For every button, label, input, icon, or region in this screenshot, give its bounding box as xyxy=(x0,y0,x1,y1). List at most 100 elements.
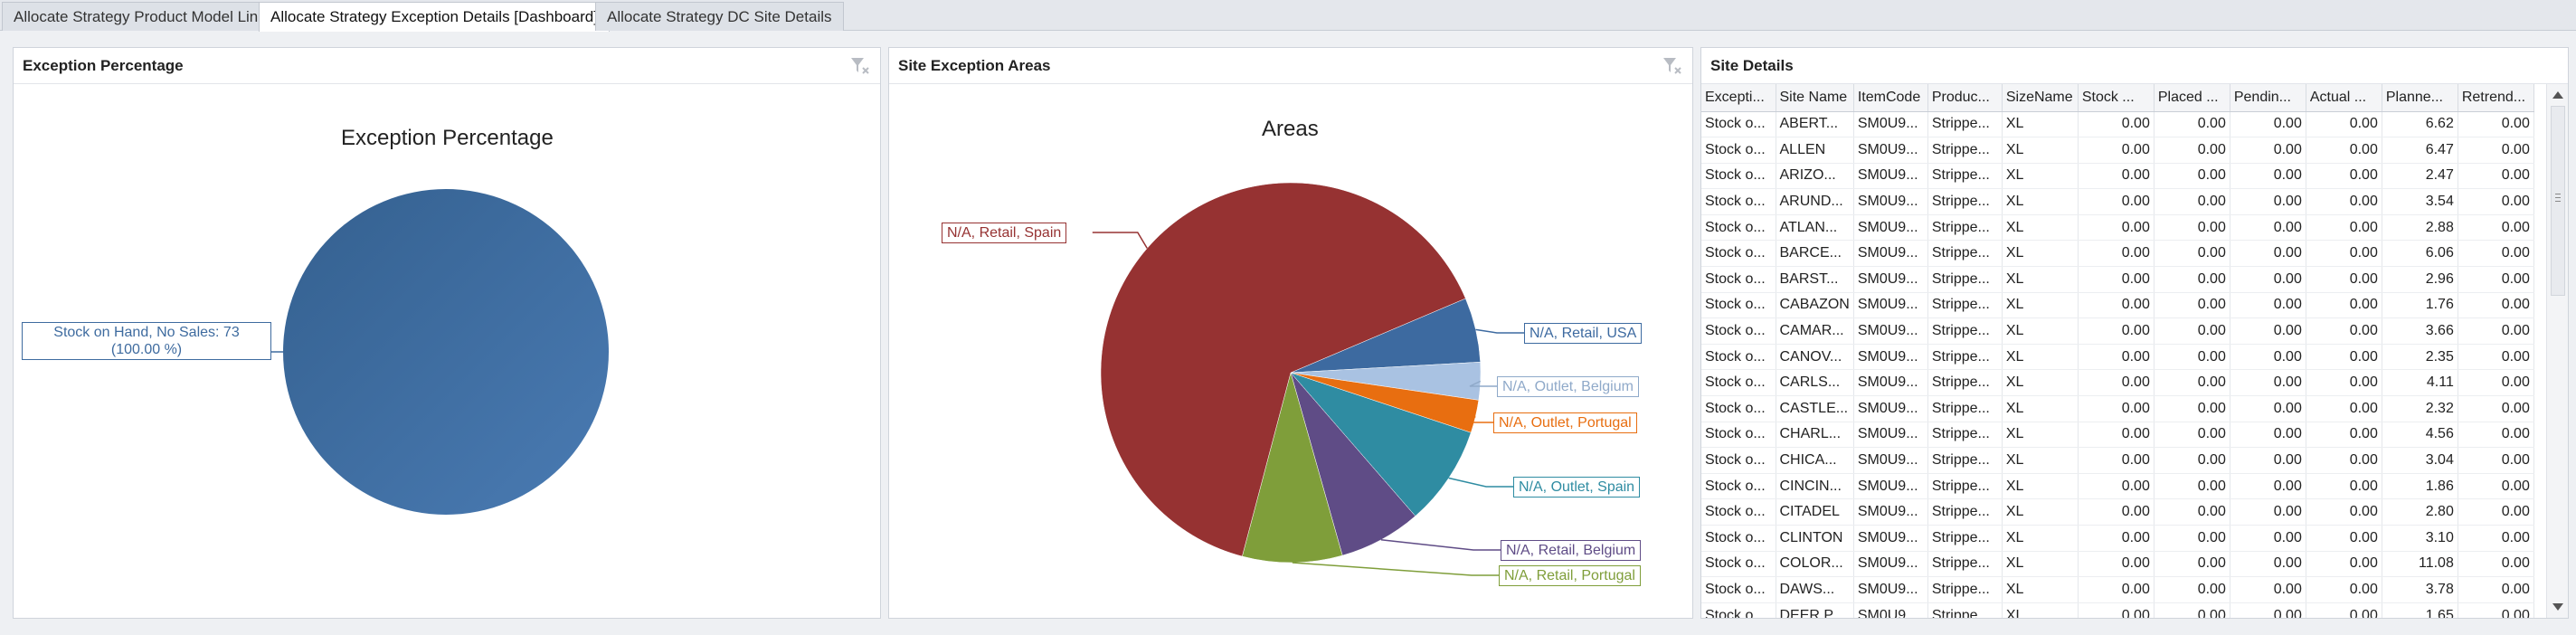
table-row[interactable]: Stock o... CHICA... SM0U9... Strippe... XL 0.… xyxy=(1701,447,2534,474)
table-cell[interactable]: Stock o... xyxy=(1701,137,1776,164)
table-cell[interactable]: 0.00 xyxy=(2230,344,2306,371)
table-row[interactable]: Stock o... BARCE... SM0U9... Strippe... XL 0.… xyxy=(1701,240,2534,268)
table-cell[interactable]: 2.35 xyxy=(2382,344,2458,371)
table-cell[interactable]: 0.00 xyxy=(2078,214,2155,242)
table-cell[interactable]: Strippe... xyxy=(1927,318,2003,345)
table-cell[interactable]: 0.00 xyxy=(2458,498,2534,526)
table-cell[interactable]: Stock o... xyxy=(1701,473,1776,500)
table-cell[interactable]: Strippe... xyxy=(1927,395,2003,422)
table-cell[interactable]: Stock o... xyxy=(1701,422,1776,449)
table-cell[interactable]: Strippe... xyxy=(1927,498,2003,526)
table-cell[interactable]: Strippe... xyxy=(1927,576,2003,603)
table-cell[interactable]: 2.80 xyxy=(2382,498,2458,526)
table-cell[interactable]: XL xyxy=(2002,576,2079,603)
table-cell[interactable]: XL xyxy=(2002,111,2079,138)
table-cell[interactable]: 0.00 xyxy=(2306,395,2382,422)
table-cell[interactable]: 0.00 xyxy=(2078,576,2155,603)
table-cell[interactable]: 0.00 xyxy=(2458,473,2534,500)
table-cell[interactable]: SM0U9... xyxy=(1853,551,1928,578)
table-cell[interactable]: 3.54 xyxy=(2382,188,2458,215)
table-cell[interactable]: 0.00 xyxy=(2230,137,2306,164)
table-cell[interactable]: SM0U9... xyxy=(1853,292,1928,319)
table-cell[interactable]: 0.00 xyxy=(2154,602,2230,618)
table-row[interactable]: Stock o... CASTLE... SM0U9... Strippe... XL 0… xyxy=(1701,395,2534,422)
table-cell[interactable]: COLOR... xyxy=(1776,551,1854,578)
table-cell[interactable]: Stock o... xyxy=(1701,111,1776,138)
table-row[interactable]: Stock o... CHARL... SM0U9... Strippe... XL 0.… xyxy=(1701,422,2534,449)
table-row[interactable]: Stock o... ABERT... SM0U9... Strippe... XL 0.… xyxy=(1701,111,2534,138)
table-cell[interactable]: 0.00 xyxy=(2458,344,2534,371)
table-cell[interactable]: 0.00 xyxy=(2154,266,2230,293)
table-cell[interactable]: XL xyxy=(2002,395,2079,422)
table-cell[interactable]: 0.00 xyxy=(2306,111,2382,138)
table-cell[interactable]: Stock o... xyxy=(1701,576,1776,603)
table-cell[interactable]: 0.00 xyxy=(2230,266,2306,293)
table-cell[interactable]: XL xyxy=(2002,551,2079,578)
table-cell[interactable]: SM0U9... xyxy=(1853,240,1928,268)
table-cell[interactable]: 0.00 xyxy=(2154,498,2230,526)
table-cell[interactable]: 0.00 xyxy=(2230,447,2306,474)
table-cell[interactable]: 0.00 xyxy=(2306,266,2382,293)
table-cell[interactable]: XL xyxy=(2002,240,2079,268)
table-cell[interactable]: 0.00 xyxy=(2458,395,2534,422)
table-cell[interactable]: 0.00 xyxy=(2154,240,2230,268)
table-cell[interactable]: 2.32 xyxy=(2382,395,2458,422)
table-cell[interactable]: 0.00 xyxy=(2230,369,2306,397)
table-cell[interactable]: XL xyxy=(2002,137,2079,164)
table-cell[interactable]: 0.00 xyxy=(2458,602,2534,618)
table-cell[interactable]: SM0U9... xyxy=(1853,344,1928,371)
table-cell[interactable]: SM0U9... xyxy=(1853,137,1928,164)
table-cell[interactable]: 0.00 xyxy=(2306,137,2382,164)
table-cell[interactable]: 0.00 xyxy=(2154,447,2230,474)
table-cell[interactable]: Strippe... xyxy=(1927,551,2003,578)
table-cell[interactable]: XL xyxy=(2002,292,2079,319)
table-cell[interactable]: Strippe... xyxy=(1927,266,2003,293)
table-row[interactable]: Stock o... CLINTON SM0U9... Strippe... XL 0.0… xyxy=(1701,525,2534,552)
table-cell[interactable]: Stock o... xyxy=(1701,525,1776,552)
table-cell[interactable]: 0.00 xyxy=(2078,318,2155,345)
table-cell[interactable]: Strippe... xyxy=(1927,447,2003,474)
table-cell[interactable]: SM0U9... xyxy=(1853,266,1928,293)
table-cell[interactable]: 0.00 xyxy=(2306,163,2382,190)
table-cell[interactable]: 3.04 xyxy=(2382,447,2458,474)
table-cell[interactable]: SM0U9... xyxy=(1853,422,1928,449)
table-cell[interactable]: 0.00 xyxy=(2078,422,2155,449)
table-row[interactable]: Stock o... CARLS... SM0U9... Strippe... XL 0.… xyxy=(1701,369,2534,397)
table-cell[interactable]: XL xyxy=(2002,344,2079,371)
column-header[interactable]: ItemCode xyxy=(1853,84,1928,112)
table-cell[interactable]: 0.00 xyxy=(2154,344,2230,371)
table-row[interactable]: Stock o... COLOR... SM0U9... Strippe... XL 0.… xyxy=(1701,551,2534,578)
table-row[interactable]: Stock o... CITADEL SM0U9... Strippe... XL 0.0… xyxy=(1701,498,2534,526)
table-cell[interactable]: SM0U9... xyxy=(1853,576,1928,603)
table-cell[interactable]: ATLAN... xyxy=(1776,214,1854,242)
table-cell[interactable]: Stock o... xyxy=(1701,369,1776,397)
table-cell[interactable]: XL xyxy=(2002,318,2079,345)
table-cell[interactable]: 0.00 xyxy=(2078,473,2155,500)
table-cell[interactable]: BARST... xyxy=(1776,266,1854,293)
tab-product-model-link[interactable]: Allocate Strategy Product Model Link xyxy=(2,2,278,31)
table-cell[interactable]: 0.00 xyxy=(2154,422,2230,449)
table-cell[interactable]: 0.00 xyxy=(2230,551,2306,578)
table-row[interactable]: Stock o... ALLEN SM0U9... Strippe... XL 0.00 0… xyxy=(1701,137,2534,164)
table-cell[interactable]: ABERT... xyxy=(1776,111,1854,138)
table-cell[interactable]: 0.00 xyxy=(2154,318,2230,345)
table-cell[interactable]: 0.00 xyxy=(2458,214,2534,242)
table-cell[interactable]: Strippe... xyxy=(1927,602,2003,618)
table-cell[interactable]: CHARL... xyxy=(1776,422,1854,449)
table-cell[interactable]: Stock o... xyxy=(1701,163,1776,190)
table-cell[interactable]: Stock o... xyxy=(1701,266,1776,293)
table-cell[interactable]: 0.00 xyxy=(2230,214,2306,242)
table-cell[interactable]: XL xyxy=(2002,163,2079,190)
column-header[interactable]: Retrend... xyxy=(2458,84,2534,112)
table-cell[interactable]: SM0U9... xyxy=(1853,111,1928,138)
table-cell[interactable]: 0.00 xyxy=(2078,498,2155,526)
column-header[interactable]: Produc... xyxy=(1927,84,2003,112)
table-cell[interactable]: 0.00 xyxy=(2306,292,2382,319)
table-cell[interactable]: XL xyxy=(2002,214,2079,242)
table-cell[interactable]: 0.00 xyxy=(2154,188,2230,215)
table-row[interactable]: Stock o... ATLAN... SM0U9... Strippe... XL 0.… xyxy=(1701,214,2534,242)
table-cell[interactable]: 0.00 xyxy=(2154,292,2230,319)
table-cell[interactable]: 0.00 xyxy=(2230,525,2306,552)
table-cell[interactable]: 0.00 xyxy=(2306,422,2382,449)
table-cell[interactable]: 0.00 xyxy=(2154,576,2230,603)
